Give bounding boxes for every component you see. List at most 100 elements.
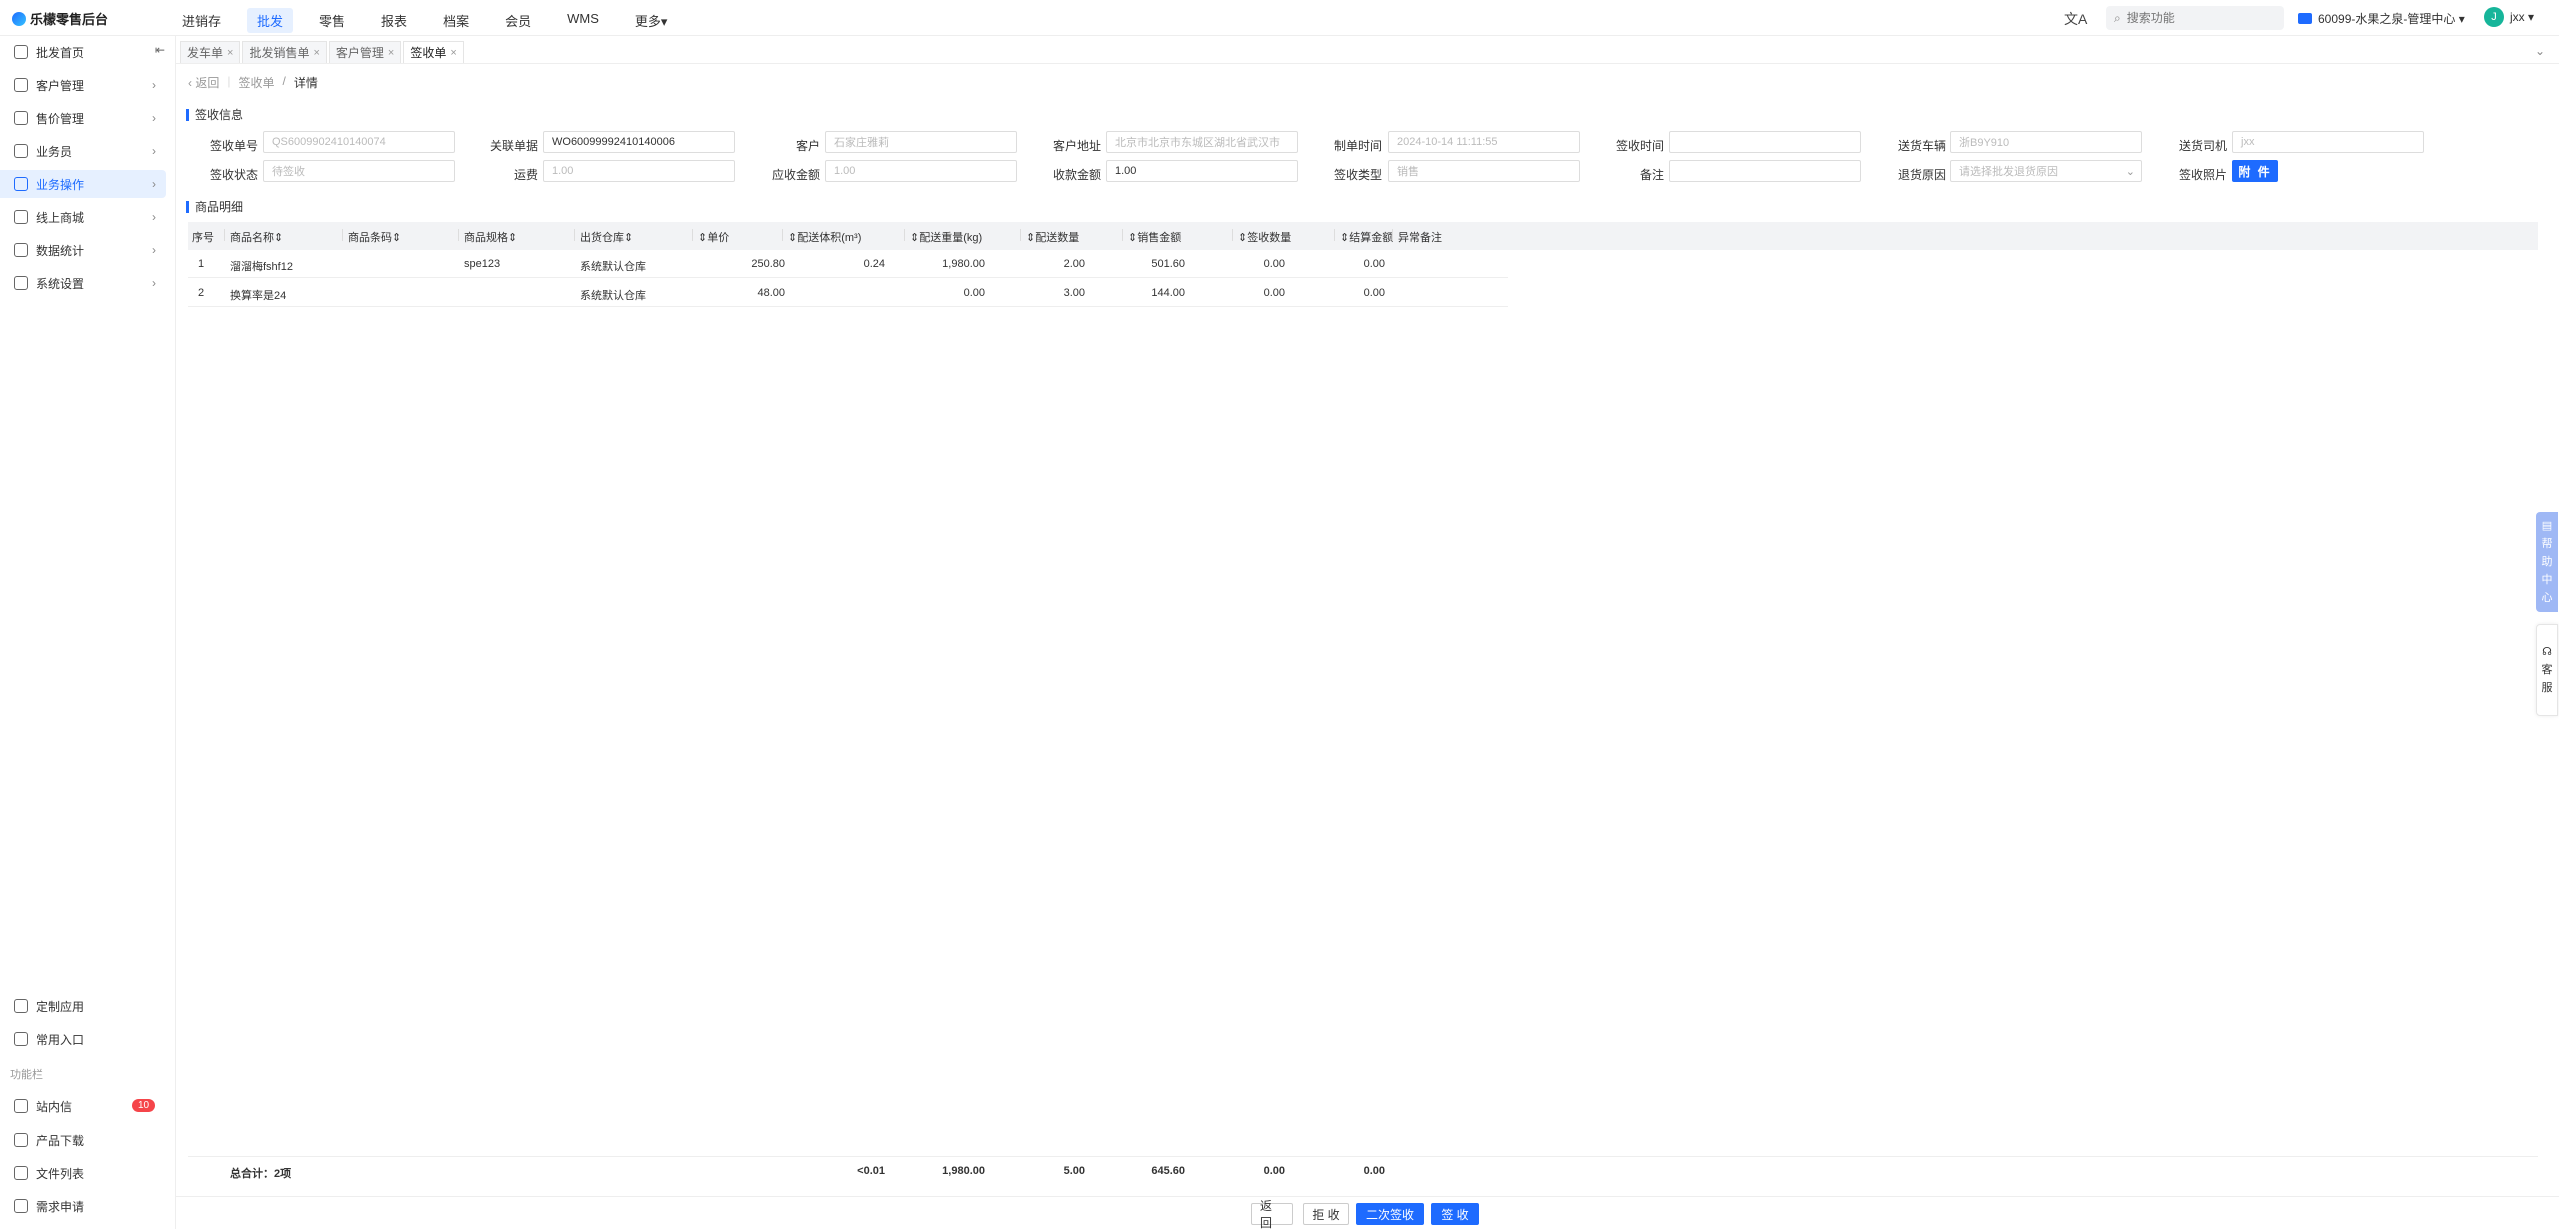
tabs-dropdown-icon[interactable]: ⌄ — [2535, 44, 2545, 58]
close-icon[interactable]: × — [388, 47, 394, 59]
create-time-field[interactable]: 2024-10-14 11:11:55 — [1388, 131, 1580, 153]
back-button[interactable]: 返 回 — [1251, 1199, 1293, 1229]
freight-field[interactable]: 1.00 — [543, 160, 735, 182]
search-box[interactable]: ⌕ — [2106, 6, 2284, 30]
column-header[interactable]: 商品名称⇕ — [223, 229, 283, 245]
driver-field[interactable]: jxx — [2232, 131, 2424, 153]
column-header[interactable]: 异常备注 — [1392, 229, 1442, 245]
user-menu[interactable]: J jxx ▾ — [2484, 7, 2534, 27]
table-cell: 2 — [198, 287, 205, 299]
function-item-label: 需求申请 — [36, 1199, 85, 1214]
back-link[interactable]: ‹ 返回 — [188, 74, 219, 91]
column-header[interactable]: ⇕配送体积(m³) — [781, 229, 861, 245]
table-cell: spe123 — [464, 258, 501, 270]
tab-label: 批发销售单 — [249, 46, 310, 60]
sign-time-field[interactable] — [1669, 131, 1861, 153]
sidebar-item[interactable]: 售价管理 › — [0, 104, 166, 132]
translate-icon[interactable]: 文A — [2064, 9, 2087, 29]
close-icon[interactable]: × — [313, 47, 319, 59]
customer-service-float[interactable]: ☊ 客服 — [2536, 624, 2558, 716]
table-cell: 1 — [198, 258, 205, 270]
service-char: 客 — [2541, 664, 2553, 676]
column-header[interactable]: ⇕签收数量 — [1231, 229, 1291, 245]
sign-no-field[interactable]: QS60099024101400​74 — [263, 131, 455, 153]
topnav-item[interactable]: 进销存 — [172, 8, 231, 33]
breadcrumb-parent[interactable]: 签收单 — [238, 74, 274, 91]
sidebar-item[interactable]: 数据统计 › — [0, 236, 166, 264]
tab-item[interactable]: 客户管理 × — [328, 41, 402, 63]
sidebar-item[interactable]: 批发首页 — [0, 38, 166, 66]
address-field[interactable]: 北京市北京市东城区湖北省武汉市 — [1106, 131, 1298, 153]
help-char: 帮 — [2541, 538, 2553, 550]
second-sign-button[interactable]: 二次签收 — [1356, 1203, 1424, 1225]
column-header[interactable]: ⇕销售金额 — [1121, 229, 1181, 245]
tab-item[interactable]: 发车单 × — [180, 41, 241, 63]
section-sign-info: 签收信息 — [186, 106, 243, 123]
help-icon: ▤ — [2541, 520, 2553, 532]
help-center-float[interactable]: ▤ 帮助中心 — [2536, 512, 2558, 612]
sidebar-item-label: 常用入口 — [36, 1032, 85, 1047]
sidebar-item[interactable]: 业务员 › — [0, 137, 166, 165]
column-header[interactable]: ⇕单价 — [691, 229, 729, 245]
column-header[interactable]: 出货仓库⇕ — [573, 229, 633, 245]
function-item[interactable]: 文件列表 — [0, 1159, 166, 1187]
topnav-item[interactable]: WMS — [557, 8, 609, 33]
store-selector[interactable]: 60099-水果之泉-管理中心 ▾ — [2298, 10, 2465, 27]
sidebar-item[interactable]: 业务操作 › — [0, 170, 166, 198]
download-icon — [14, 1133, 28, 1147]
topnav-item[interactable]: 更多▾ — [625, 8, 678, 33]
customer-icon — [14, 78, 28, 92]
related-no-field[interactable]: WO60099992410140006 — [543, 131, 735, 153]
tab-label: 发车单 — [187, 46, 224, 60]
sidebar-item[interactable]: 线上商城 › — [0, 203, 166, 231]
column-header[interactable]: ⇕配送数量 — [1019, 229, 1079, 245]
column-header[interactable]: 序号 — [192, 229, 214, 245]
search-input[interactable] — [2126, 11, 2267, 25]
column-header[interactable]: 商品条码⇕ — [341, 229, 401, 245]
help-char: 助 — [2541, 556, 2553, 568]
vehicle-field[interactable]: 浙B9Y910 — [1950, 131, 2142, 153]
tab-item[interactable]: 批发销售单 × — [242, 41, 327, 63]
app-logo[interactable]: 乐檬零售后台 — [12, 9, 108, 28]
column-header[interactable]: ⇕配送重量(kg) — [903, 229, 982, 245]
sidebar-item[interactable]: 客户管理 › — [0, 71, 166, 99]
table-cell: 48.00 — [757, 287, 785, 299]
close-icon[interactable]: × — [227, 47, 233, 59]
sign-button[interactable]: 签 收 — [1431, 1203, 1479, 1225]
function-item[interactable]: 需求申请 — [0, 1192, 166, 1220]
label-status: 签收状态 — [209, 168, 258, 182]
sidebar-bottom-item[interactable]: 常用入口 — [0, 1025, 166, 1053]
table-row[interactable]: 1 溜溜梅fshf12 spe123 系统默认仓库 250.80 0.24 1,980.00… — [188, 250, 1508, 278]
topnav-item[interactable]: 会员 — [495, 8, 541, 33]
topnav-item[interactable]: 批发 — [247, 8, 294, 33]
custom-app-icon — [14, 999, 28, 1013]
customer-field[interactable]: 石家庄雅莉 — [825, 131, 1017, 153]
label-sign-time: 签收时间 — [1615, 139, 1664, 153]
function-item[interactable]: 产品下载 — [0, 1126, 166, 1154]
received-field[interactable]: 1.00 — [1106, 160, 1298, 182]
sidebar-bottom-item[interactable]: 定制应用 — [0, 992, 166, 1020]
chevron-right-icon: › — [152, 210, 156, 224]
breadcrumb-sep: / — [282, 74, 286, 88]
return-reason-select[interactable]: 请选择批发退货原因 ⌄ — [1950, 160, 2142, 182]
column-header[interactable]: ⇕结算金额 — [1333, 229, 1393, 245]
column-header[interactable]: 商品规格⇕ — [457, 229, 517, 245]
attach-button[interactable]: 附 件 — [2232, 160, 2278, 182]
receivable-field[interactable]: 1.00 — [825, 160, 1017, 182]
close-icon[interactable]: × — [450, 47, 456, 59]
topnav-item[interactable]: 档案 — [433, 8, 479, 33]
sidebar-item[interactable]: 系统设置 › — [0, 269, 166, 297]
reject-button[interactable]: 拒 收 — [1303, 1203, 1349, 1225]
chevron-right-icon: › — [152, 177, 156, 191]
chevron-right-icon: › — [152, 78, 156, 92]
table-cell: 0.00 — [1263, 287, 1285, 299]
function-item[interactable]: 站内信 10 — [0, 1092, 166, 1120]
remark-field[interactable] — [1669, 160, 1861, 182]
table-row[interactable]: 2 换算率是24 系统默认仓库 48.00 0.00 3.00 144.00 0.00 0.00 — [188, 279, 1508, 307]
tab-item[interactable]: 签收单 × — [403, 41, 464, 63]
sidebar-item-label: 批发首页 — [36, 45, 85, 60]
topnav-item[interactable]: 零售 — [309, 8, 355, 33]
sign-type-field[interactable]: 销售 — [1388, 160, 1580, 182]
status-field[interactable]: 待签收 — [263, 160, 455, 182]
topnav-item[interactable]: 报表 — [371, 8, 417, 33]
